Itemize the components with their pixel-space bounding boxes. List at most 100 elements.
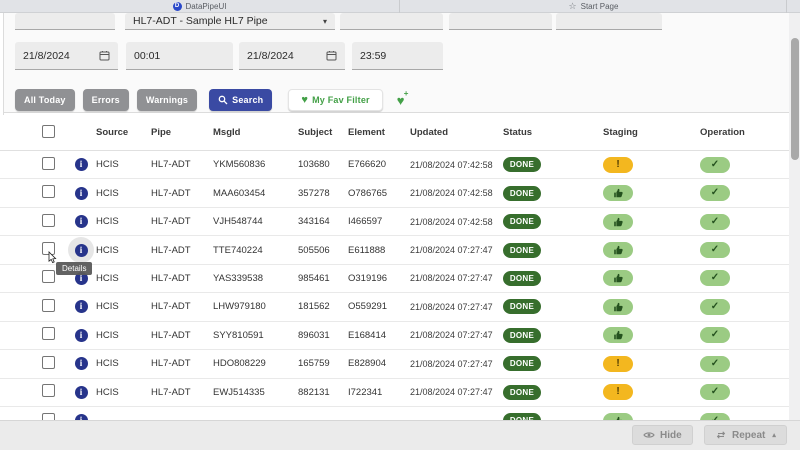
staging-badge[interactable]: ! [603,242,633,258]
operation-badge[interactable]: ✓ [700,384,730,400]
my-fav-filter-label: My Fav Filter [312,95,370,105]
operation-badge[interactable]: ✓ [700,413,730,420]
table-row[interactable]: i HCIS HL7-ADT TTE740224 505506 E611888 … [0,236,789,264]
staging-badge[interactable]: ! [603,413,633,420]
operation-badge[interactable]: ✓ [700,327,730,343]
staging-badge[interactable]: ! [603,185,633,201]
operation-badge[interactable]: ✓ [700,356,730,372]
repeat-button[interactable]: Repeat ▴ [704,425,787,445]
my-fav-filter-button[interactable]: ♥ My Fav Filter [288,89,382,111]
details-info-button[interactable]: i [75,244,88,257]
caret-down-icon: ▾ [323,17,327,26]
cell-status: DONE [503,385,603,400]
header-element: Element [348,127,410,138]
cell-staging: ! [603,384,700,400]
table-row[interactable]: i HCIS HL7-ADT MAA603454 357278 O786765 … [0,179,789,207]
filter-field-empty-1[interactable] [15,13,115,30]
thumbs-up-icon [613,245,623,255]
table-row[interactable]: i HCIS HL7-ADT YKM560836 103680 E766620 … [0,151,789,179]
cell-status: DONE [503,299,603,314]
to-date-field[interactable]: 21/8/2024 [239,42,345,70]
cell-msgid: YAS339538 [213,273,298,284]
details-info-button[interactable]: i [75,414,88,420]
operation-badge[interactable]: ✓ [700,185,730,201]
table-row[interactable]: i HCIS HL7-ADT EWJ514335 882131 I722341 … [0,379,789,407]
table-row[interactable]: i HCIS HL7-ADT SYY810591 896031 E168414 … [0,322,789,350]
staging-badge[interactable]: ! [603,270,633,286]
row-checkbox[interactable] [42,270,55,283]
to-time-field[interactable]: 23:59 [352,42,443,70]
filter-field-empty-4[interactable] [556,13,662,30]
details-info-button[interactable]: i [75,215,88,228]
staging-badge[interactable]: ! [603,384,633,400]
staging-badge[interactable]: ! [603,356,633,372]
hide-button[interactable]: Hide [632,425,693,445]
details-info-button[interactable]: i [75,158,88,171]
tab-datapipeui[interactable]: D DataPipeUI [0,0,400,13]
tab-start-page[interactable]: ☆ Start Page [401,0,787,13]
details-info-button[interactable]: i [75,329,88,342]
table-row[interactable]: i HCIS HL7-ADT LHW979180 181562 O559291 … [0,293,789,321]
row-checkbox[interactable] [42,327,55,340]
info-cell: i [66,329,96,342]
pipe-select[interactable]: HL7-ADT - Sample HL7 Pipe ▾ [125,13,335,30]
row-checkbox[interactable] [42,384,55,397]
info-icon: i [80,188,83,198]
thumbs-up-icon [613,302,623,312]
cell-source: HCIS [96,188,151,199]
staging-badge[interactable]: ! [603,299,633,315]
add-favorite-button[interactable]: ♥ + [397,93,405,108]
row-checkbox[interactable] [42,157,55,170]
details-info-button[interactable]: i [75,357,88,370]
table-row[interactable]: i HCIS HL7-ADT YAS339538 985461 O319196 … [0,265,789,293]
operation-badge[interactable]: ✓ [700,299,730,315]
details-info-button[interactable]: i [75,386,88,399]
from-time-field[interactable]: 00:01 [126,42,233,70]
row-checkbox[interactable] [42,356,55,369]
table-row[interactable]: i HCIS HL7-ADT VJH548744 343164 I466597 … [0,208,789,236]
warning-icon: ! [616,160,619,170]
operation-badge[interactable]: ✓ [700,270,730,286]
header-staging: Staging [603,127,700,138]
table-row[interactable]: i HCIS HL7-ADT HDO808229 165759 E828904 … [0,350,789,378]
search-button[interactable]: Search [209,89,272,111]
row-checkbox[interactable] [42,185,55,198]
warnings-button[interactable]: Warnings [137,89,197,111]
errors-button[interactable]: Errors [83,89,129,111]
staging-badge[interactable]: ! [603,327,633,343]
row-checkbox[interactable] [42,413,55,420]
cell-source: HCIS [96,216,151,227]
cell-subject: 165759 [298,358,348,369]
vertical-scrollbar-thumb[interactable] [791,38,799,160]
staging-badge[interactable]: ! [603,214,633,230]
cell-source: HCIS [96,159,151,170]
cell-msgid: SYY810591 [213,330,298,341]
info-icon: i [80,358,83,368]
thumbs-up-icon [613,188,623,198]
details-info-button[interactable]: i [75,300,88,313]
status-badge: DONE [503,186,541,201]
cell-element: E168414 [348,330,410,341]
all-today-button[interactable]: All Today [15,89,75,111]
filter-field-empty-2[interactable] [340,13,443,30]
cell-updated: 21/08/2024 07:27:47 [410,302,503,312]
cell-updated: 21/08/2024 07:27:47 [410,359,503,369]
filter-field-empty-3[interactable] [449,13,552,30]
row-checkbox[interactable] [42,299,55,312]
from-date-field[interactable]: 21/8/2024 [15,42,118,70]
repeat-icon [715,429,727,441]
row-checkbox[interactable] [42,214,55,227]
table-row[interactable]: i DONE ! ✓ Details [0,407,789,420]
staging-badge[interactable]: ! [603,157,633,173]
vertical-scrollbar-track[interactable] [789,13,800,420]
check-icon: ✓ [711,160,719,170]
operation-badge[interactable]: ✓ [700,242,730,258]
info-icon: i [80,216,83,226]
cell-source: HCIS [96,273,151,284]
table-header: Source Pipe MsgId Subject Element Update… [0,115,789,151]
select-all-checkbox[interactable] [42,125,55,138]
operation-badge[interactable]: ✓ [700,214,730,230]
operation-badge[interactable]: ✓ [700,157,730,173]
cell-staging: ! [603,242,700,258]
details-info-button[interactable]: i [75,187,88,200]
